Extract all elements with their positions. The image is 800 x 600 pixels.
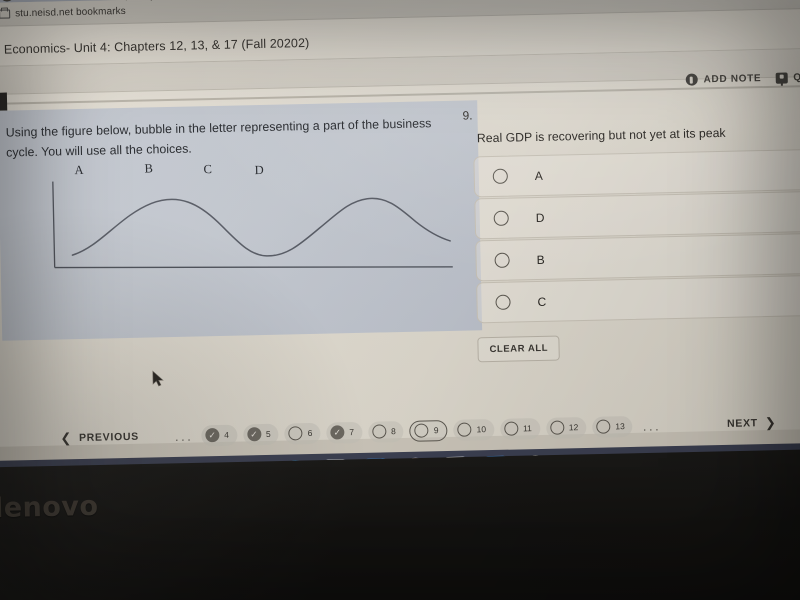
question-flag-label: QUESTIC xyxy=(793,70,800,83)
figure-label-c: C xyxy=(203,162,213,177)
figure-label-a: A xyxy=(74,162,84,178)
answer-option-c[interactable]: C xyxy=(476,273,800,324)
previous-button[interactable]: ❮ PREVIOUS xyxy=(60,429,139,447)
page-number-8: 8 xyxy=(390,426,396,437)
page-item-8[interactable]: 8 xyxy=(367,420,405,443)
unanswered-circle-icon xyxy=(414,423,429,438)
figure-label-d: D xyxy=(254,162,264,178)
screen-edge-shadow xyxy=(0,92,8,112)
answered-check-icon: ✓ xyxy=(246,427,262,442)
page-number-6: 6 xyxy=(307,427,313,439)
question-flag-button[interactable]: QUESTIC xyxy=(775,70,800,84)
question-panel: 9. Real GDP is recovering but not yet at… xyxy=(462,100,800,363)
stimulus-panel: Using the figure below, bubble in the le… xyxy=(0,100,483,341)
previous-label: PREVIOUS xyxy=(78,430,140,445)
flag-icon xyxy=(775,72,788,84)
page-item-6[interactable]: 6 xyxy=(284,422,321,445)
answer-option-b-label: B xyxy=(536,252,545,267)
answer-option-d[interactable]: D xyxy=(474,189,800,240)
page-number-7: 7 xyxy=(349,427,355,438)
chromebook-screen: /onlineTestingApi/onlineTesting?testEntr… xyxy=(0,0,800,502)
page-item-12[interactable]: 12 xyxy=(545,416,587,439)
page-number-10: 10 xyxy=(476,424,487,435)
x-axis xyxy=(54,266,453,269)
page-item-5[interactable]: ✓ 5 xyxy=(242,423,279,445)
answered-check-icon: ✓ xyxy=(330,425,345,440)
answer-option-c-label: C xyxy=(537,294,547,309)
color-theme-button[interactable]: COLOR THEME xyxy=(0,0,114,2)
toolbar-right-group: ADD NOTE QUESTIC xyxy=(685,70,800,86)
business-cycle-curve xyxy=(71,197,451,257)
stimulus-instructions: Using the figure below, bubble in the le… xyxy=(5,116,432,160)
add-note-label: ADD NOTE xyxy=(703,72,762,85)
answered-check-icon: ✓ xyxy=(205,427,220,443)
page-number-9: 9 xyxy=(433,425,439,436)
page-item-13[interactable]: 13 xyxy=(592,415,633,438)
chevron-right-icon: ❯ xyxy=(764,414,777,431)
bookmark-folder-item[interactable]: stu.neisd.net bookmarks xyxy=(0,6,126,20)
unanswered-circle-icon xyxy=(371,424,387,439)
business-cycle-chart-svg xyxy=(52,181,453,269)
page-number-12: 12 xyxy=(568,422,579,433)
page-number-5: 5 xyxy=(265,428,271,439)
page-item-7[interactable]: ✓ 7 xyxy=(326,421,363,444)
unanswered-circle-icon xyxy=(596,419,611,434)
radio-button-b[interactable] xyxy=(494,252,510,268)
page-item-10[interactable]: 10 xyxy=(453,418,495,441)
palette-icon xyxy=(0,0,14,2)
radio-button-a[interactable] xyxy=(492,168,508,184)
add-note-icon xyxy=(685,73,698,86)
page-number-11: 11 xyxy=(522,423,532,434)
question-stem: Real GDP is recovering but not yet at it… xyxy=(476,125,726,146)
y-axis xyxy=(52,181,56,268)
chevron-left-icon: ❮ xyxy=(60,430,73,446)
page-item-11[interactable]: 11 xyxy=(499,417,541,440)
business-cycle-figure: A B C D xyxy=(37,159,460,288)
answer-option-a[interactable]: A xyxy=(473,147,800,198)
unanswered-circle-icon xyxy=(288,426,303,441)
pagination-ellipsis-left: ... xyxy=(174,428,194,444)
unanswered-circle-icon xyxy=(503,421,519,436)
photo-of-chromebook-screen: /onlineTestingApi/onlineTesting?testEntr… xyxy=(0,0,800,600)
page-number-13: 13 xyxy=(615,421,625,432)
unanswered-circle-icon xyxy=(549,420,564,435)
toolbar-divider xyxy=(125,0,127,1)
pagination-items: ✓ 4 ✓ 5 6 ✓ 7 8 9 10 11 12 13 xyxy=(200,415,633,446)
figure-label-b: B xyxy=(144,161,154,176)
bookmark-folder-label: stu.neisd.net bookmarks xyxy=(15,5,126,20)
clear-all-button[interactable]: CLEAR ALL xyxy=(477,335,561,363)
add-note-button[interactable]: ADD NOTE xyxy=(685,72,761,86)
answer-option-b[interactable]: B xyxy=(475,231,800,282)
next-button[interactable]: NEXT ❯ xyxy=(727,415,777,432)
next-label: NEXT xyxy=(726,417,758,430)
radio-button-c[interactable] xyxy=(495,294,511,310)
radio-button-d[interactable] xyxy=(493,210,509,226)
mouse-pointer-icon xyxy=(152,370,165,393)
answer-option-d-label: D xyxy=(535,210,545,225)
answer-option-a-label: A xyxy=(534,168,543,183)
page-number-4: 4 xyxy=(224,429,230,440)
unanswered-circle-icon xyxy=(457,422,472,437)
pagination-ellipsis-right: ... xyxy=(642,417,662,434)
laptop-bezel xyxy=(0,448,800,600)
lenovo-brand-logo: lenovo xyxy=(0,490,99,525)
folder-icon xyxy=(0,9,11,19)
page-item-9-current[interactable]: 9 xyxy=(409,419,448,442)
page-item-4[interactable]: ✓ 4 xyxy=(200,424,238,446)
